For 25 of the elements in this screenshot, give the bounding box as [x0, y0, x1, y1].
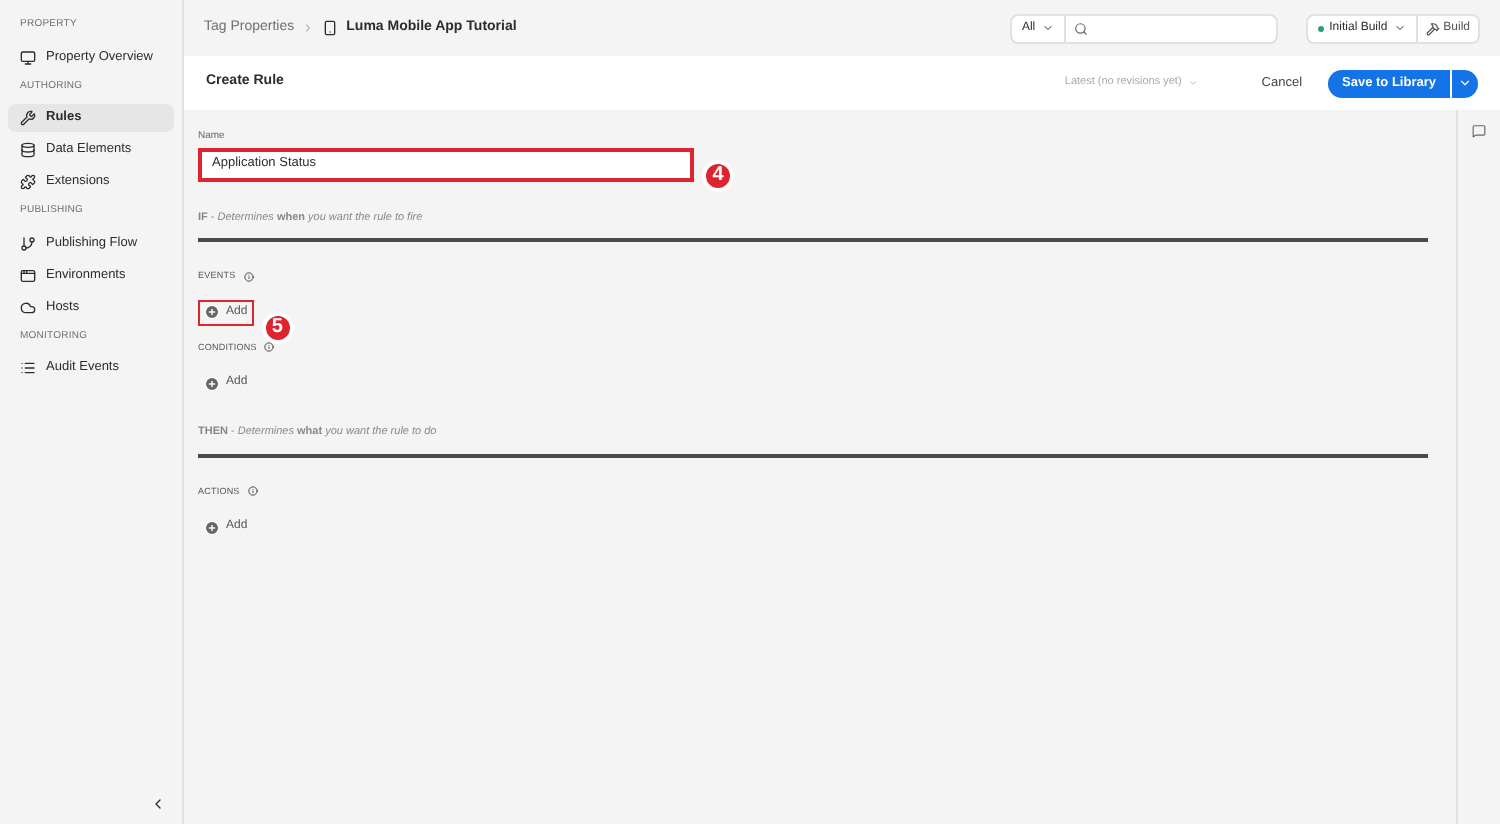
puzzle-icon — [20, 174, 36, 190]
info-icon — [247, 486, 258, 497]
info-icon — [243, 271, 254, 282]
chevron-down-icon — [1187, 78, 1198, 88]
chevron-icon — [302, 22, 315, 34]
plus-circle-icon — [204, 304, 220, 320]
wrench-icon — [20, 110, 36, 126]
save-menu-button[interactable] — [1452, 69, 1478, 97]
callout-badge: 4 — [702, 159, 734, 191]
plus-circle-icon — [204, 519, 220, 536]
flow-icon — [20, 235, 36, 251]
list-icon — [20, 360, 36, 376]
phone-icon — [322, 20, 339, 36]
chevron-down-icon — [1393, 22, 1406, 34]
cloud-icon — [20, 299, 36, 315]
info-icon — [264, 342, 275, 353]
window-icon — [20, 267, 36, 283]
plus-circle-icon — [204, 375, 220, 392]
monitor-icon — [20, 49, 36, 65]
hammer-icon — [1425, 21, 1440, 35]
collapse-icon[interactable] — [150, 796, 166, 812]
comment-icon[interactable] — [1472, 124, 1486, 138]
database-icon — [20, 142, 36, 158]
callout-badge: 5 — [261, 311, 294, 343]
chevron-down-icon — [1458, 76, 1472, 90]
